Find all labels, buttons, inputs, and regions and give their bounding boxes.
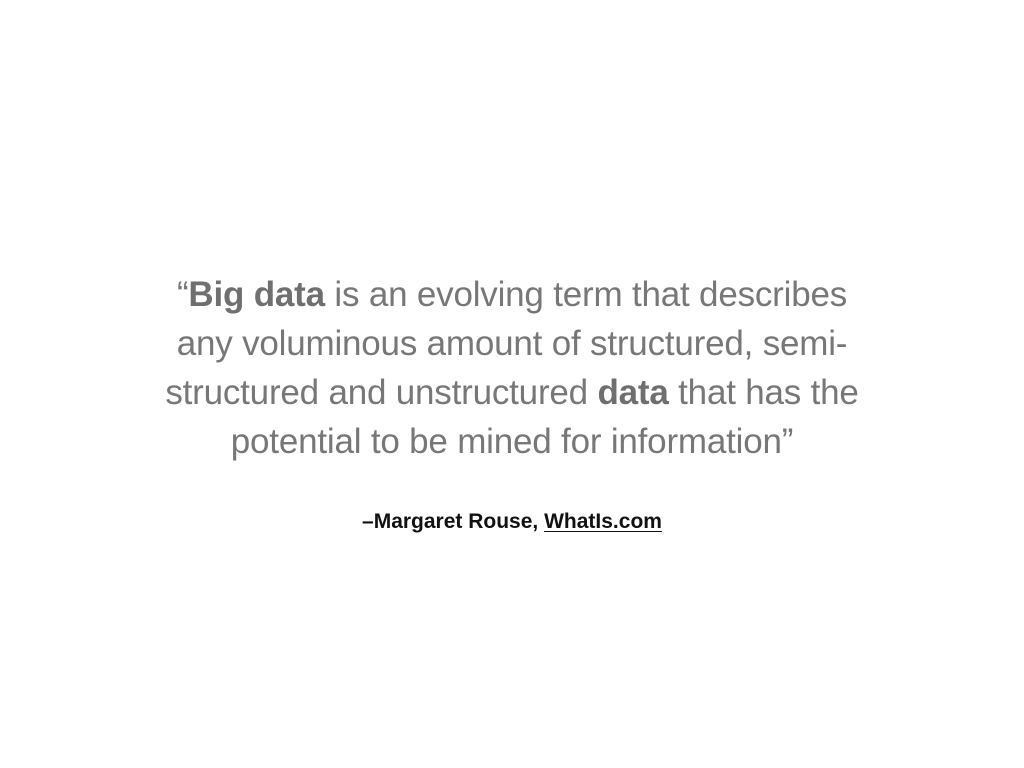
quote-term-big-data: Big data xyxy=(188,275,325,314)
quote-term-data: data xyxy=(597,373,669,412)
quote-line-1: “Big data is an evolving term that descr… xyxy=(0,270,1024,319)
attribution-author: –Margaret Rouse, xyxy=(362,510,545,533)
quote-line-3-text-after: that has the xyxy=(668,373,859,412)
quote-block: “Big data is an evolving term that descr… xyxy=(0,270,1024,466)
quote-line-3: structured and unstructured data that ha… xyxy=(0,368,1024,417)
attribution: –Margaret Rouse, WhatIs.com xyxy=(0,508,1024,536)
source-link[interactable]: WhatIs.com xyxy=(544,510,662,533)
quote-line-4: potential to be mined for information” xyxy=(230,422,794,461)
slide: “Big data is an evolving term that descr… xyxy=(0,0,1024,768)
quote-open-mark: “ xyxy=(176,275,189,314)
quote-line-3-text-before: structured and unstructured xyxy=(165,373,598,412)
quote-line-1-text: is an evolving term that describes xyxy=(324,275,848,314)
quote-line-2: any voluminous amount of structured, sem… xyxy=(176,324,848,363)
